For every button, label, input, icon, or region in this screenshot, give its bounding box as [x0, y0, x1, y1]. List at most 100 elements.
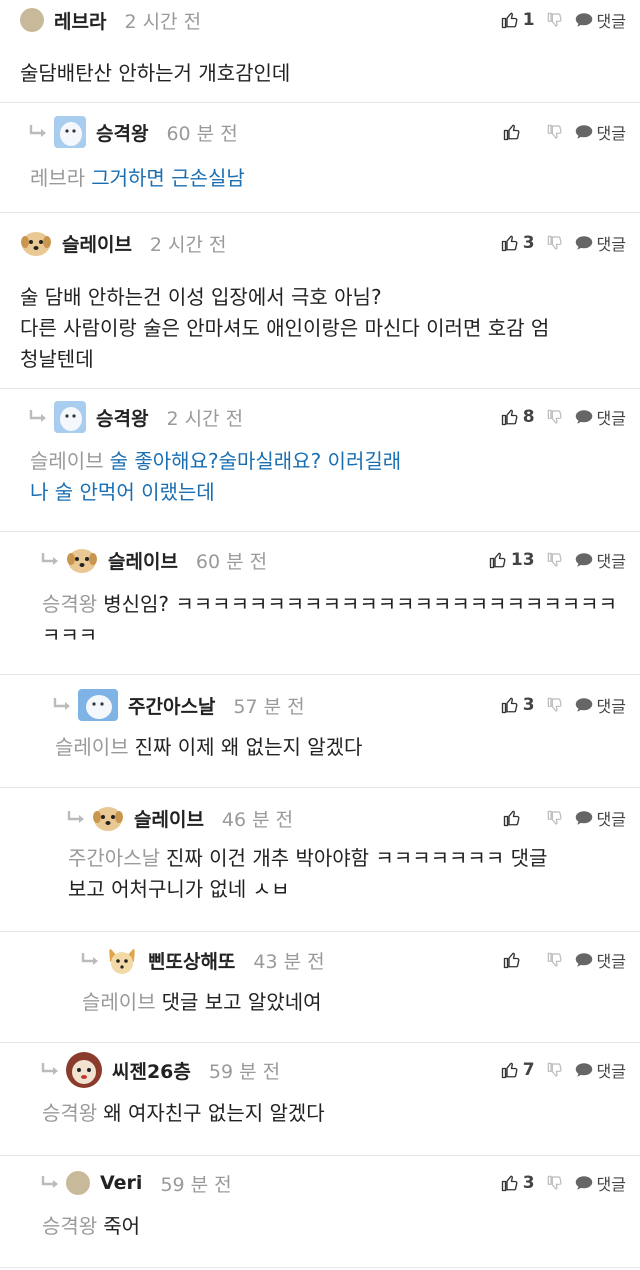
thumbs-up-icon [501, 1175, 518, 1192]
avatar[interactable] [66, 1052, 102, 1088]
comment-text: 슬레이브 술 좋아해요?술마실래요? 이러길래 나 술 안먹어 이랬는데 [30, 449, 402, 504]
reply-label: 댓글 [596, 124, 626, 143]
comment-text: 슬레이브 진짜 이제 왜 없는지 알겠다 [55, 735, 363, 759]
reply-arrow-icon [81, 953, 98, 965]
mention[interactable]: 승격왕 [42, 1214, 97, 1238]
speech-bubble-icon [575, 236, 592, 250]
avatar[interactable] [20, 227, 52, 259]
like-button[interactable]: 3 [501, 233, 535, 253]
timestamp: 60 분 전 [195, 550, 268, 573]
dislike-button[interactable] [547, 952, 563, 968]
reply-button[interactable]: 댓글 [575, 548, 626, 572]
like-button[interactable]: 3 [501, 695, 535, 715]
thumbs-down-icon [547, 409, 562, 424]
thumbs-up-icon [501, 409, 518, 426]
author-name[interactable]: 레브라 [54, 7, 106, 34]
reply-button[interactable]: 댓글 [575, 405, 626, 429]
like-button[interactable]: 3 [501, 1173, 535, 1193]
author-name[interactable]: 슬레이브 [62, 230, 132, 257]
timestamp: 46 분 전 [221, 808, 294, 831]
like-count: 3 [522, 695, 535, 715]
avatar[interactable] [66, 1171, 90, 1195]
comment-text: 승격왕 왜 여자친구 없는지 알겠다 [42, 1101, 325, 1125]
mention[interactable]: 승격왕 [42, 592, 97, 616]
thumbs-down-icon [547, 12, 562, 27]
like-button[interactable]: 13 [489, 550, 535, 570]
reply-button[interactable]: 댓글 [575, 806, 626, 830]
dislike-button[interactable] [547, 697, 563, 713]
reply-button[interactable]: 댓글 [575, 8, 626, 32]
author-name[interactable]: Veri [100, 1172, 142, 1194]
like-count: 7 [522, 1060, 535, 1080]
avatar[interactable] [54, 401, 86, 433]
comment-item: 슬레이브 60 분 전 13 댓글 승격왕 병신임? ㅋㅋㅋㅋㅋㅋㅋㅋㅋㅋㅋㅋㅋㅋ… [0, 532, 640, 675]
avatar[interactable] [78, 689, 118, 721]
reply-label: 댓글 [596, 697, 626, 716]
reply-label: 댓글 [596, 1062, 626, 1081]
thumbs-down-icon [547, 552, 562, 567]
dislike-button[interactable] [547, 12, 563, 28]
reply-button[interactable]: 댓글 [575, 120, 626, 144]
avatar[interactable] [106, 944, 138, 976]
mention[interactable]: 주간아스날 [68, 846, 160, 870]
author-name[interactable]: 슬레이브 [134, 805, 204, 832]
dislike-button[interactable] [547, 1175, 563, 1191]
like-count: 13 [510, 550, 535, 570]
comment-item: 주간아스날 57 분 전 3 댓글 슬레이브 진짜 이제 왜 없는지 알겠다 [0, 675, 640, 788]
like-button[interactable]: 1 [501, 10, 535, 30]
speech-bubble-icon [575, 553, 592, 567]
like-button[interactable]: 7 [501, 1060, 535, 1080]
timestamp: 60 분 전 [166, 122, 238, 145]
like-button[interactable] [503, 809, 535, 827]
reply-button[interactable]: 댓글 [575, 693, 626, 717]
mention[interactable]: 레브라 [30, 166, 85, 190]
like-button[interactable] [503, 951, 535, 969]
like-button[interactable]: 8 [501, 407, 535, 427]
mention[interactable]: 승격왕 [42, 1101, 97, 1125]
like-count: 8 [522, 407, 535, 427]
reply-arrow-icon [67, 811, 84, 823]
author-name[interactable]: 승격왕 [96, 119, 148, 146]
author-name[interactable]: 씨젠26층 [112, 1057, 191, 1084]
dislike-button[interactable] [547, 124, 563, 140]
comment-item: 삔또상해또 43 분 전 댓글 슬레이브 댓글 보고 알았네여 [0, 932, 640, 1043]
dislike-button[interactable] [547, 409, 563, 425]
speech-bubble-icon [575, 1176, 592, 1190]
reply-arrow-icon [41, 553, 58, 565]
avatar[interactable] [66, 544, 98, 576]
reply-label: 댓글 [596, 552, 626, 571]
author-name[interactable]: 슬레이브 [108, 547, 178, 574]
like-button[interactable] [503, 123, 535, 141]
reply-label: 댓글 [596, 409, 626, 428]
author-name[interactable]: 주간아스날 [128, 692, 215, 719]
comment-text: 승격왕 죽어 [42, 1214, 141, 1238]
avatar[interactable] [92, 802, 124, 834]
comment-text: 주간아스날 진짜 이건 개추 박아야함 ㅋㅋㅋㅋㅋㅋㅋ 댓글 보고 어처구니가 없… [68, 846, 548, 901]
reply-label: 댓글 [596, 235, 626, 254]
author-name[interactable]: 삔또상해또 [148, 947, 235, 974]
comment-text: 슬레이브 댓글 보고 알았네여 [82, 990, 322, 1014]
timestamp: 2 시간 전 [124, 10, 202, 33]
reply-button[interactable]: 댓글 [575, 231, 626, 255]
dislike-button[interactable] [547, 552, 563, 568]
timestamp: 59 분 전 [208, 1060, 281, 1083]
timestamp: 59 분 전 [160, 1173, 232, 1196]
mention[interactable]: 슬레이브 [82, 990, 156, 1014]
avatar[interactable] [54, 116, 86, 148]
thumbs-down-icon [547, 1175, 562, 1190]
dislike-button[interactable] [547, 235, 563, 251]
reply-button[interactable]: 댓글 [575, 948, 626, 972]
speech-bubble-icon [575, 125, 592, 139]
like-count: 3 [522, 233, 535, 253]
speech-bubble-icon [575, 410, 592, 424]
reply-arrow-icon [29, 410, 46, 422]
dislike-button[interactable] [547, 1062, 563, 1078]
avatar[interactable] [20, 8, 44, 32]
mention[interactable]: 슬레이브 [55, 735, 129, 759]
reply-label: 댓글 [596, 1175, 626, 1194]
dislike-button[interactable] [547, 810, 563, 826]
reply-button[interactable]: 댓글 [575, 1171, 626, 1195]
reply-button[interactable]: 댓글 [575, 1058, 626, 1082]
author-name[interactable]: 승격왕 [96, 404, 148, 431]
mention[interactable]: 슬레이브 [30, 449, 104, 473]
